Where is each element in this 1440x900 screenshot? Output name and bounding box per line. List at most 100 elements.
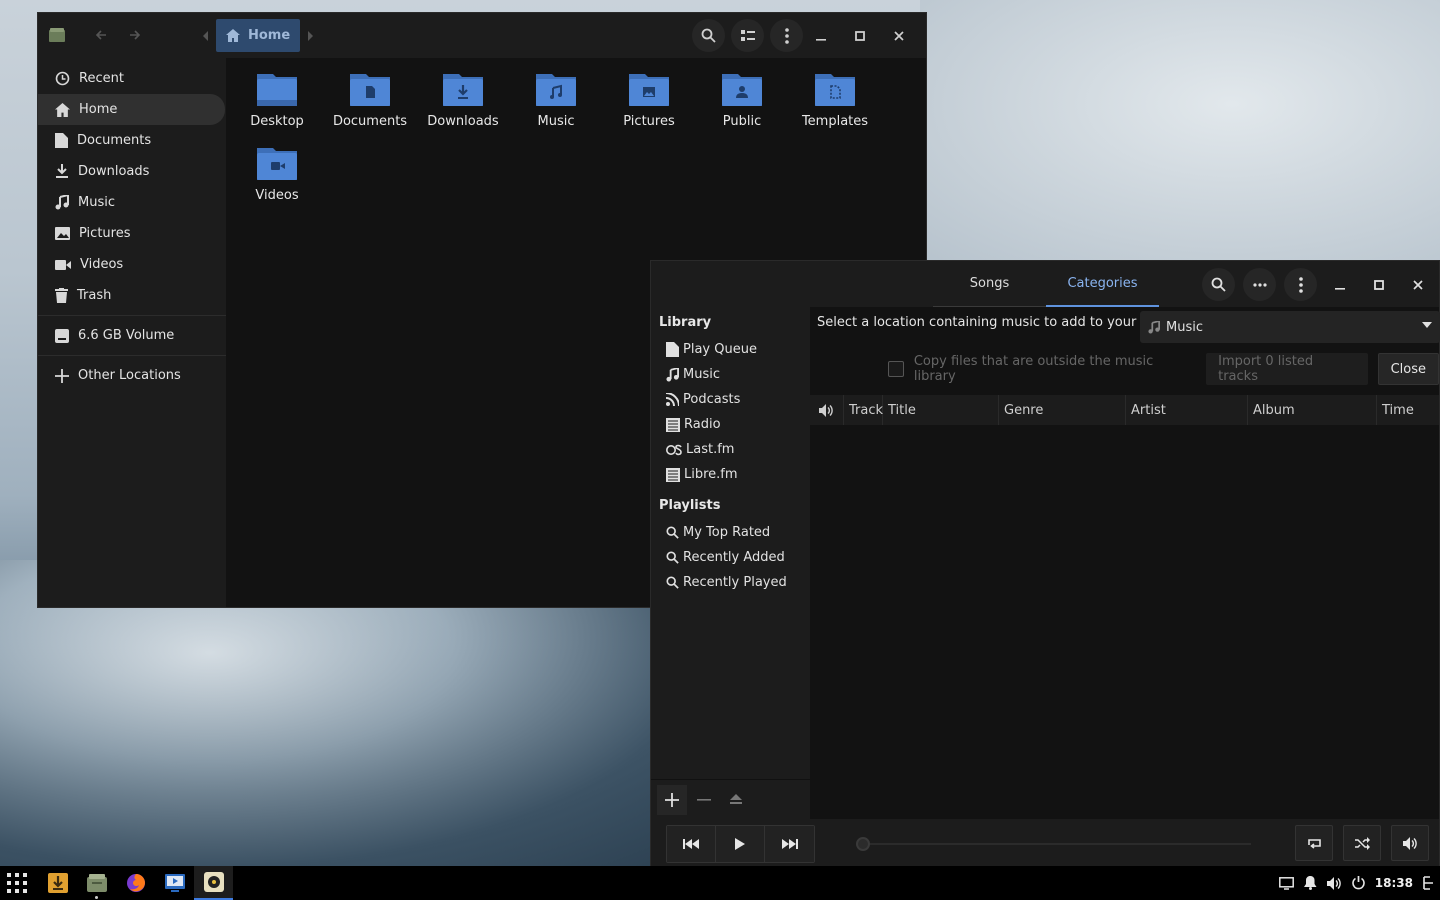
- folder-videos-icon: [257, 148, 297, 180]
- minimize-button[interactable]: [801, 19, 840, 52]
- playlist-item-label: Recently Played: [683, 575, 787, 590]
- video-icon: [55, 259, 71, 270]
- search-icon: [701, 28, 716, 43]
- folder-pictures[interactable]: Pictures: [604, 70, 694, 129]
- tab-categories[interactable]: Categories: [1046, 261, 1159, 307]
- clock[interactable]: 18:38: [1375, 876, 1413, 890]
- folder-label: Desktop: [250, 114, 304, 129]
- sidebar-item-other-locations[interactable]: Other Locations: [38, 360, 226, 391]
- location-prompt: Select a location containing music to ad…: [817, 315, 1186, 330]
- folder-desktop[interactable]: Desktop: [232, 70, 322, 129]
- folder-documents[interactable]: Documents: [325, 70, 415, 129]
- speaker-icon: [819, 403, 833, 417]
- column-time[interactable]: Time: [1377, 395, 1437, 425]
- library-item-podcasts[interactable]: Podcasts: [651, 387, 810, 412]
- show-desktop-icon[interactable]: [1423, 876, 1434, 890]
- playlist-item-recently-added[interactable]: Recently Added: [651, 545, 810, 570]
- library-item-label: Libre.fm: [684, 467, 738, 482]
- add-button[interactable]: [657, 784, 687, 815]
- close-button[interactable]: [1398, 268, 1437, 301]
- repeat-button[interactable]: [1295, 825, 1333, 861]
- folder-public[interactable]: Public: [697, 70, 787, 129]
- seek-handle[interactable]: [856, 837, 870, 851]
- folder-label: Pictures: [623, 114, 675, 129]
- forward-button[interactable]: [118, 20, 152, 50]
- path-scroll-left-icon[interactable]: [196, 30, 216, 41]
- import-button[interactable]: Import 0 listed tracks: [1206, 353, 1368, 385]
- view-toggle-button[interactable]: [731, 19, 764, 52]
- library-item-music[interactable]: Music: [651, 362, 810, 387]
- sidebar-item-trash[interactable]: Trash: [38, 280, 226, 311]
- taskbar-app-firefox[interactable]: [116, 866, 155, 900]
- seek-slider[interactable]: [856, 837, 1251, 851]
- notification-bell-icon[interactable]: [1303, 876, 1317, 890]
- menu-button[interactable]: [770, 19, 803, 52]
- display-icon[interactable]: [1278, 876, 1294, 890]
- close-button[interactable]: [879, 19, 918, 52]
- folder-music[interactable]: Music: [511, 70, 601, 129]
- minimize-button[interactable]: [1320, 268, 1359, 301]
- maximize-button[interactable]: [1359, 268, 1398, 301]
- close-import-button[interactable]: Close: [1377, 353, 1439, 385]
- folder-templates[interactable]: Templates: [790, 70, 880, 129]
- folder-videos[interactable]: Videos: [232, 144, 322, 203]
- home-icon: [55, 102, 70, 117]
- shuffle-button[interactable]: [1343, 825, 1381, 861]
- remove-button[interactable]: [689, 785, 719, 815]
- sidebar-item-home[interactable]: Home: [38, 94, 225, 125]
- breadcrumb-home[interactable]: Home: [216, 19, 301, 52]
- chevron-down-icon: [1422, 322, 1432, 328]
- taskbar-app-installer[interactable]: [38, 866, 77, 900]
- sidebar-item-downloads[interactable]: Downloads: [38, 156, 226, 187]
- minus-icon: [697, 798, 711, 801]
- running-indicator: [95, 896, 98, 899]
- taskbar-app-music-player[interactable]: [194, 866, 233, 900]
- minimize-icon: [1334, 287, 1345, 290]
- play-button[interactable]: [716, 826, 765, 862]
- back-button[interactable]: [84, 20, 118, 50]
- search-button[interactable]: [1202, 268, 1235, 301]
- column-playing[interactable]: [810, 395, 844, 425]
- next-button[interactable]: [765, 826, 814, 862]
- sidebar-item-recent[interactable]: Recent: [38, 63, 226, 94]
- column-title[interactable]: Title: [883, 395, 999, 425]
- search-icon: [666, 526, 679, 539]
- sidebar-item-music[interactable]: Music: [38, 187, 226, 218]
- sidebar-item-volume[interactable]: 6.6 GB Volume: [38, 320, 226, 351]
- sidebar-item-documents[interactable]: Documents: [38, 125, 226, 156]
- column-album[interactable]: Album: [1248, 395, 1377, 425]
- power-icon[interactable]: [1352, 876, 1365, 890]
- tab-songs[interactable]: Songs: [933, 261, 1046, 307]
- library-item-play-queue[interactable]: Play Queue: [651, 337, 810, 362]
- playlist-item-label: My Top Rated: [683, 525, 771, 540]
- folder-downloads[interactable]: Downloads: [418, 70, 508, 129]
- path-scroll-right-icon[interactable]: [300, 30, 320, 41]
- import-content: Select a location containing music to ad…: [810, 307, 1440, 819]
- library-item-librefm[interactable]: Libre.fm: [651, 462, 810, 487]
- more-button[interactable]: [1243, 268, 1276, 301]
- search-button[interactable]: [692, 19, 725, 52]
- track-list-header: Track Title Genre Artist Album Time: [810, 395, 1439, 425]
- sidebar-item-pictures[interactable]: Pictures: [38, 218, 226, 249]
- library-item-radio[interactable]: Radio: [651, 412, 810, 437]
- taskbar-app-remote-desktop[interactable]: [155, 866, 194, 900]
- taskbar-app-files[interactable]: [77, 866, 116, 900]
- sidebar-item-videos[interactable]: Videos: [38, 249, 226, 280]
- column-track[interactable]: Track: [844, 395, 883, 425]
- app-launcher-button[interactable]: [4, 870, 30, 896]
- maximize-button[interactable]: [840, 19, 879, 52]
- location-select[interactable]: Music: [1140, 311, 1440, 343]
- playlist-item-recently-played[interactable]: Recently Played: [651, 570, 810, 595]
- copy-files-checkbox[interactable]: [888, 361, 904, 377]
- column-genre[interactable]: Genre: [999, 395, 1126, 425]
- eject-button[interactable]: [721, 785, 751, 815]
- volume-button[interactable]: [1391, 825, 1429, 861]
- menu-button[interactable]: [1284, 268, 1317, 301]
- volume-icon[interactable]: [1326, 876, 1342, 890]
- playlist-item-top-rated[interactable]: My Top Rated: [651, 520, 810, 545]
- sidebar-item-label: Trash: [77, 288, 112, 303]
- library-item-lastfm[interactable]: Last.fm: [651, 437, 810, 462]
- previous-button[interactable]: [667, 826, 716, 862]
- shuffle-icon: [1354, 836, 1370, 850]
- column-artist[interactable]: Artist: [1126, 395, 1248, 425]
